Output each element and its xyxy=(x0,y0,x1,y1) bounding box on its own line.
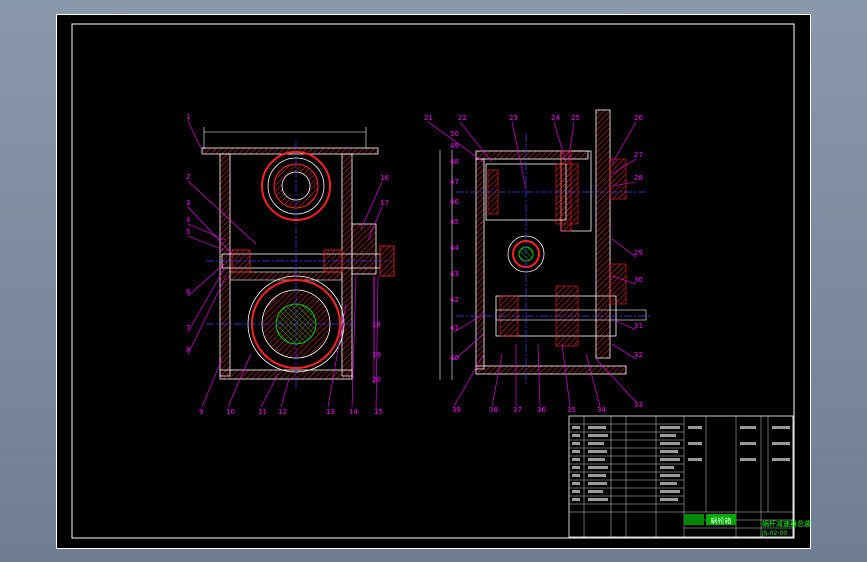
part-label-12: 12 xyxy=(278,408,287,416)
part-label-8: 8 xyxy=(186,346,190,354)
part-label-32: 32 xyxy=(634,351,643,359)
part-label-38: 38 xyxy=(489,406,498,414)
title-name-text: 蜗轮箱 xyxy=(711,516,732,525)
part-label-3: 3 xyxy=(186,199,190,207)
right-section-view xyxy=(427,109,651,407)
part-label-25: 25 xyxy=(571,114,580,122)
part-label-39: 39 xyxy=(452,406,461,414)
part-label-42: 42 xyxy=(450,296,459,304)
part-label-22: 22 xyxy=(458,114,467,122)
part-label-10: 10 xyxy=(226,408,235,416)
part-label-23: 23 xyxy=(509,114,518,122)
part-label-11: 11 xyxy=(258,408,267,416)
part-label-41: 41 xyxy=(450,324,459,332)
part-label-24: 24 xyxy=(551,114,560,122)
part-label-21: 21 xyxy=(424,114,433,122)
part-label-14: 14 xyxy=(349,408,358,416)
drawing-number-text: JS-02-00 xyxy=(761,530,787,537)
part-label-18: 18 xyxy=(372,321,381,329)
part-label-50: 50 xyxy=(450,130,459,138)
part-label-16: 16 xyxy=(380,174,389,182)
part-label-48: 48 xyxy=(450,158,459,166)
part-label-40: 40 xyxy=(450,354,459,362)
part-label-2: 2 xyxy=(186,173,190,181)
part-label-44: 44 xyxy=(450,244,459,252)
part-label-6: 6 xyxy=(186,288,191,296)
drawing-title-text: 蜗杆减速器总装配图 xyxy=(762,519,811,528)
left-section-view xyxy=(187,120,395,410)
part-label-31: 31 xyxy=(634,322,643,330)
part-label-4: 4 xyxy=(186,216,191,224)
part-label-7: 7 xyxy=(186,324,190,332)
part-label-46: 46 xyxy=(450,198,459,206)
part-label-9: 9 xyxy=(199,408,203,416)
sheet-border xyxy=(71,23,795,539)
part-label-13: 13 xyxy=(326,408,335,416)
part-label-19: 19 xyxy=(372,351,381,359)
part-label-1: 1 xyxy=(186,113,190,121)
part-label-30: 30 xyxy=(634,276,643,284)
part-label-20: 20 xyxy=(372,376,381,384)
part-label-33: 33 xyxy=(634,401,643,409)
title-block: 蜗轮箱 蜗杆减速器总装配图 JS-02-00 xyxy=(568,415,811,538)
part-label-36: 36 xyxy=(537,406,546,414)
drawing-canvas: 蜗轮箱 蜗杆减速器总装配图 JS-02-00 12345678910111213… xyxy=(71,23,811,539)
part-label-43: 43 xyxy=(450,270,459,278)
part-label-35: 35 xyxy=(567,406,576,414)
part-label-27: 27 xyxy=(634,151,643,159)
part-label-5: 5 xyxy=(186,228,190,236)
part-label-49: 49 xyxy=(450,142,459,150)
part-label-17: 17 xyxy=(380,199,389,207)
part-label-45: 45 xyxy=(450,218,459,226)
part-label-37: 37 xyxy=(513,406,522,414)
part-label-28: 28 xyxy=(634,174,643,182)
cad-viewport[interactable]: 蜗轮箱 蜗杆减速器总装配图 JS-02-00 12345678910111213… xyxy=(56,14,811,549)
part-label-29: 29 xyxy=(634,249,643,257)
part-label-34: 34 xyxy=(597,406,606,414)
part-label-47: 47 xyxy=(450,178,459,186)
part-label-15: 15 xyxy=(374,408,383,416)
part-label-26: 26 xyxy=(634,114,643,122)
